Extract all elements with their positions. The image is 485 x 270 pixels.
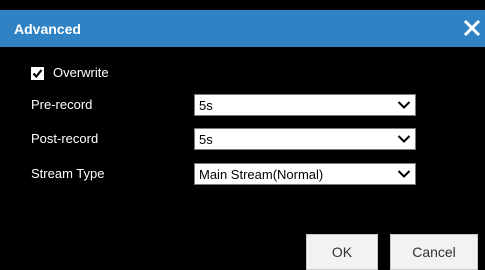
overwrite-checkbox-row[interactable]: Overwrite [31, 65, 109, 81]
pre-record-select[interactable]: 5s [194, 94, 416, 116]
post-record-value: 5s [199, 132, 213, 147]
chevron-down-icon [397, 134, 411, 144]
overwrite-label: Overwrite [53, 65, 109, 80]
pre-record-value: 5s [199, 98, 213, 113]
pre-record-label: Pre-record [31, 97, 93, 112]
post-record-label: Post-record [31, 131, 99, 146]
dialog-titlebar: Advanced [0, 10, 485, 47]
stream-type-value: Main Stream(Normal) [199, 167, 324, 182]
stream-type-label: Stream Type [31, 166, 105, 181]
advanced-dialog: Advanced Overwrite Pre-record 5s Post-re… [0, 0, 485, 270]
post-record-select[interactable]: 5s [194, 128, 416, 150]
stream-type-select[interactable]: Main Stream(Normal) [194, 163, 416, 185]
chevron-down-icon [397, 100, 411, 110]
overwrite-checkbox[interactable] [31, 66, 44, 80]
checkmark-icon [32, 68, 43, 78]
cancel-button[interactable]: Cancel [390, 234, 478, 270]
close-icon [463, 19, 481, 37]
chevron-down-icon [397, 169, 411, 179]
dialog-title: Advanced [14, 21, 81, 37]
ok-button[interactable]: OK [306, 234, 378, 270]
close-button[interactable] [461, 16, 483, 40]
